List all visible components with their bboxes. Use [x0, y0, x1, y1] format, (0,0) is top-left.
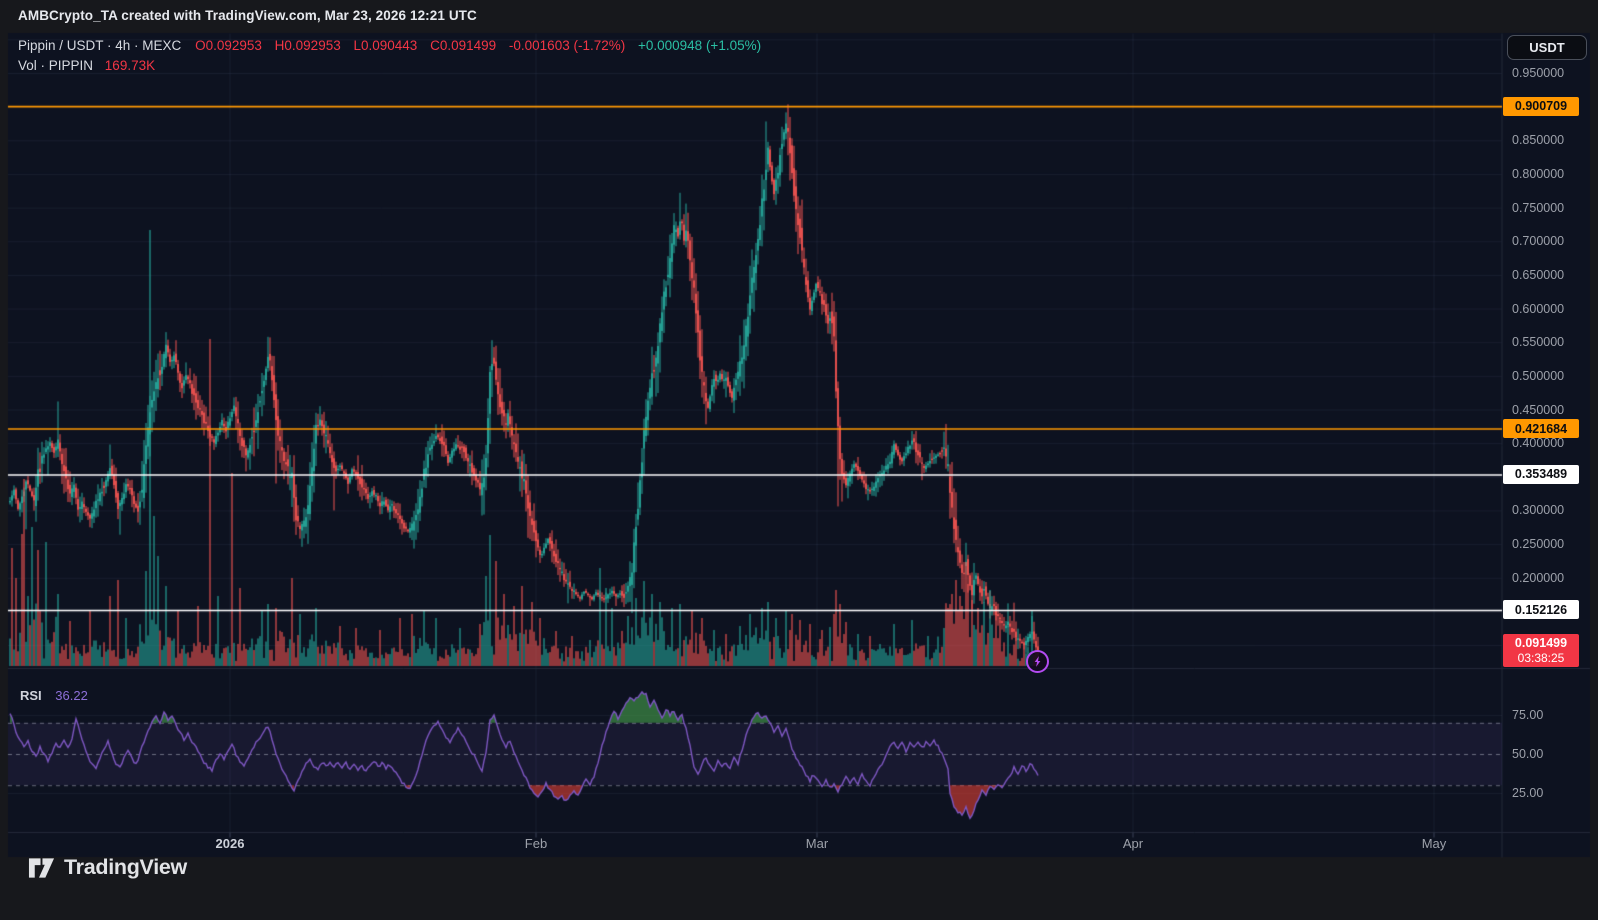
rsi-pane[interactable]	[8, 668, 1502, 832]
current-price-label: 0.091499 03:38:25	[1503, 634, 1579, 667]
current-price-value: 0.091499	[1515, 636, 1567, 651]
price-change: -0.001603 (-1.72%)	[509, 38, 625, 53]
tradingview-logo[interactable]: TradingView	[28, 855, 187, 880]
ohlc-low: L0.090443	[353, 38, 417, 53]
time-axis[interactable]	[8, 832, 1590, 857]
ohlc-open: O0.092953	[195, 38, 262, 53]
ohlc-close: C0.091499	[430, 38, 496, 53]
currency-toggle-button[interactable]: USDT	[1507, 35, 1587, 60]
price-axis[interactable]	[1502, 33, 1590, 832]
price-change-extended: +0.000948 (+1.05%)	[638, 38, 761, 53]
symbol-description[interactable]: Pippin / USDT · 4h · MEXC	[18, 38, 181, 53]
ohlc-high: H0.092953	[275, 38, 341, 53]
bar-countdown: 03:38:25	[1518, 651, 1565, 666]
rsi-indicator-title[interactable]: RSI 36.22	[20, 688, 88, 703]
volume-header: Vol · PIPPIN 169.73K	[18, 58, 155, 73]
instant-trading-button[interactable]	[1026, 650, 1049, 673]
main-chart-pane[interactable]	[8, 33, 1502, 668]
tradingview-logo-text: TradingView	[64, 855, 187, 880]
rsi-value: 36.22	[55, 688, 88, 703]
attribution-bar: AMBCrypto_TA created with TradingView.co…	[18, 8, 477, 28]
tradingview-mark-icon	[28, 856, 55, 880]
volume-label: Vol · PIPPIN	[18, 58, 93, 73]
volume-value: 169.73K	[105, 58, 155, 73]
rsi-label: RSI	[20, 688, 42, 703]
symbol-header: Pippin / USDT · 4h · MEXC O0.092953 H0.0…	[18, 38, 761, 53]
lightning-icon	[1031, 655, 1044, 668]
